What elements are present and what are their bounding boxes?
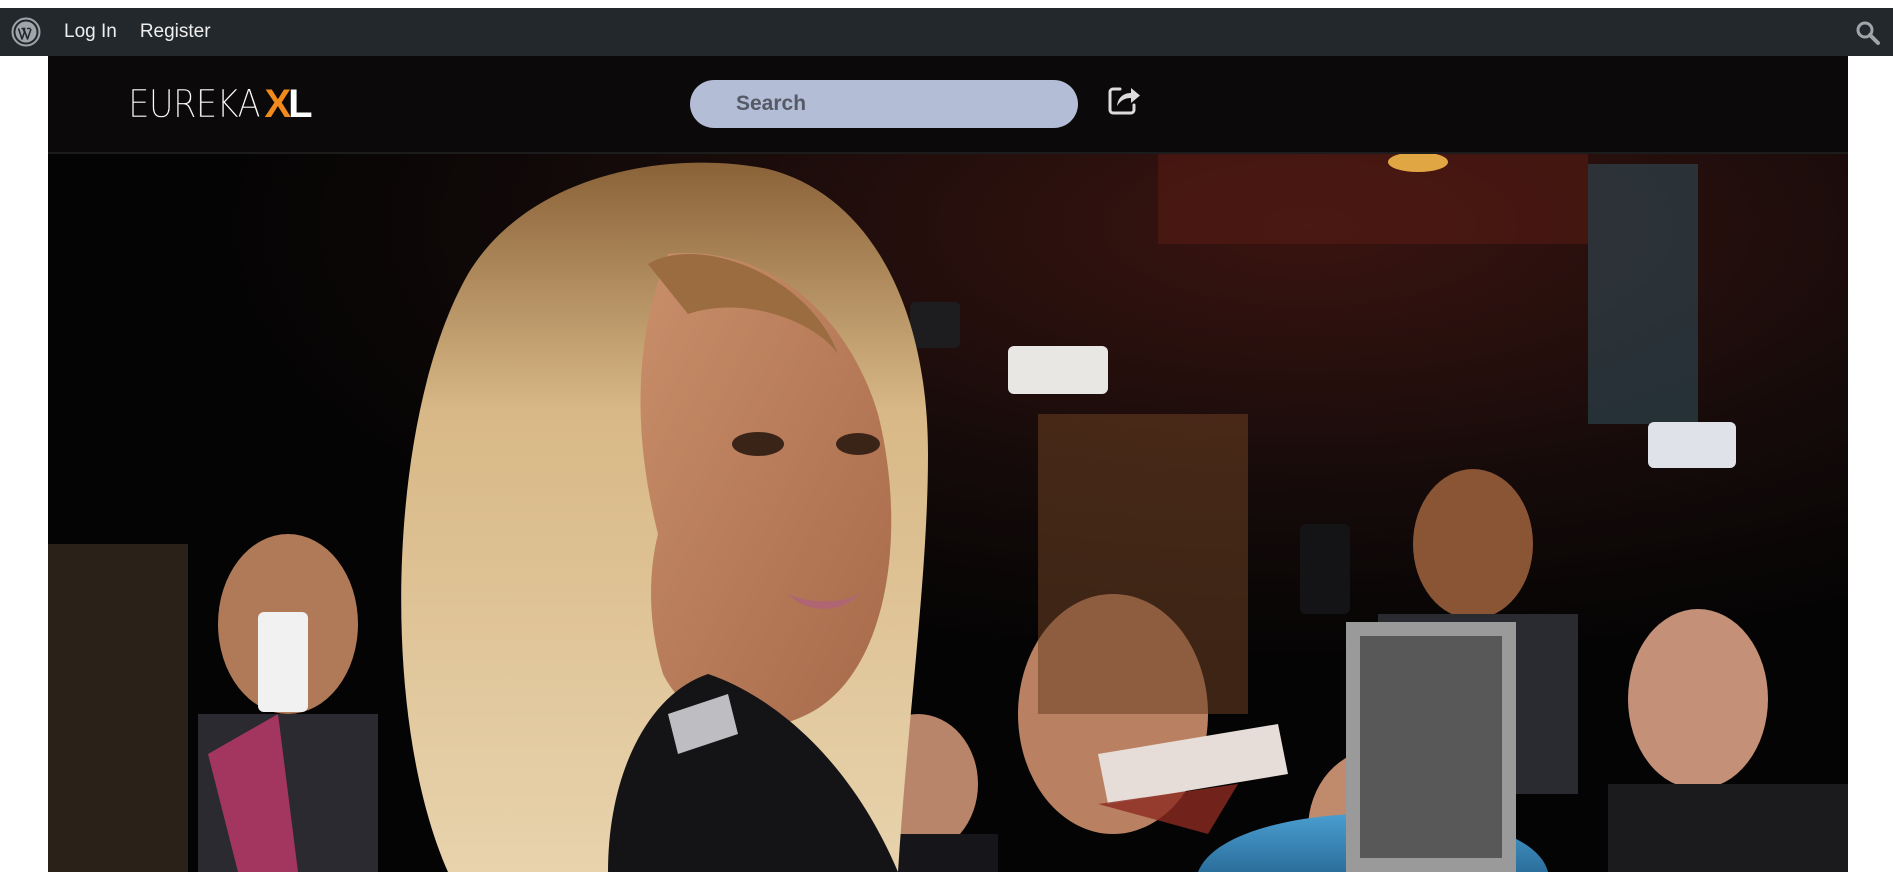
share-icon[interactable] bbox=[1106, 82, 1142, 118]
site-header: EUREKA X L bbox=[48, 56, 1848, 154]
search-input[interactable] bbox=[690, 80, 1078, 128]
logo-x-letter: X bbox=[264, 81, 291, 126]
wordpress-icon[interactable] bbox=[10, 16, 42, 48]
register-link[interactable]: Register bbox=[140, 21, 211, 43]
site-logo[interactable]: EUREKA X L bbox=[128, 81, 313, 127]
top-strip bbox=[0, 0, 1893, 8]
search-icon[interactable] bbox=[1855, 20, 1881, 46]
hero-image bbox=[48, 154, 1848, 872]
logo-wordmark: EUREKA bbox=[128, 82, 261, 126]
login-link[interactable]: Log In bbox=[64, 21, 117, 43]
logo-l-letter: L bbox=[288, 81, 313, 126]
admin-bar: Log In Register bbox=[0, 8, 1893, 56]
